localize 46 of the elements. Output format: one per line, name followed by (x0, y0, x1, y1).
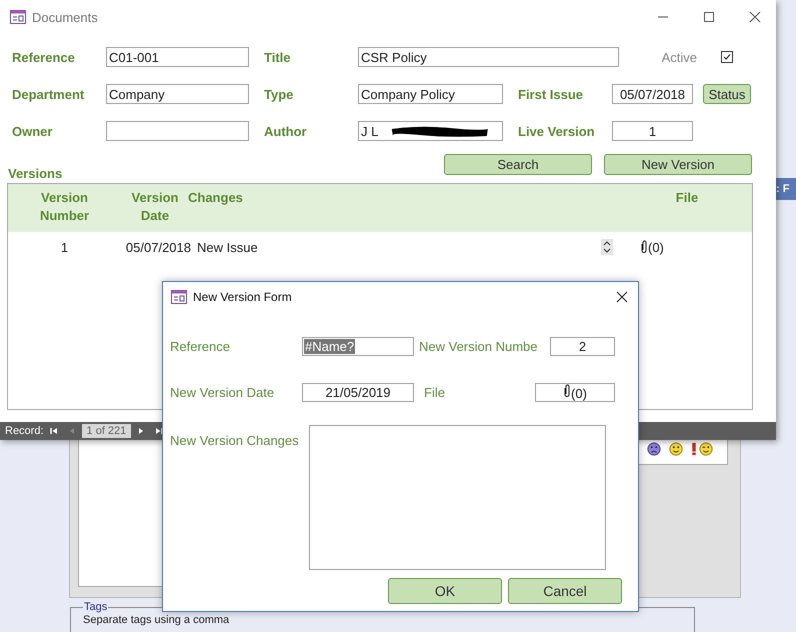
hint-text: Separate tags using a comma (83, 614, 230, 626)
input-field[interactable]: J L (358, 121, 503, 141)
dialog-title: New Version Form (193, 290, 292, 304)
input-field[interactable]: CSR Policy (358, 47, 619, 67)
field-label: New Version Changes (170, 433, 300, 448)
action-button[interactable]: Search (444, 154, 592, 175)
field-label: Department (12, 86, 86, 102)
column-header: Version Number (38, 189, 90, 225)
record-position-field[interactable]: 1 of 221 (82, 424, 132, 438)
input-field[interactable]: 05/07/2018 (612, 84, 693, 104)
column-header: File (674, 189, 700, 207)
table-cell-text: 1 (60, 240, 70, 254)
field-label: Reference (170, 339, 231, 354)
dialog-button[interactable]: OK (388, 578, 502, 604)
input-field[interactable]: 2 (550, 337, 615, 356)
field-label: New Version Date (170, 385, 276, 400)
table-cell-text: 05/07/2018 (124, 240, 191, 254)
action-button[interactable]: New Version (604, 154, 752, 175)
input-field[interactable]: 1 (612, 121, 693, 141)
status-button[interactable]: Status (703, 84, 751, 104)
dialog-button[interactable]: Cancel (508, 578, 622, 604)
field-label: Title (264, 50, 292, 64)
table-cell-text: New Issue (196, 240, 259, 254)
input-field[interactable]: 21/05/2019 (302, 383, 414, 402)
field-label: Type (264, 86, 294, 102)
record-label: Record: (5, 425, 44, 437)
input-field[interactable]: (0) (535, 383, 615, 402)
input-field[interactable]: C01-001 (106, 47, 249, 67)
input-field[interactable]: Company (106, 84, 249, 104)
group-title: Tags (83, 601, 108, 613)
field-label: Owner (12, 124, 54, 138)
section-title: Versions (8, 166, 62, 181)
column-header: Changes (187, 189, 244, 207)
field-label: New Version Numbe (419, 339, 538, 354)
field-label: Live Version (518, 124, 596, 138)
field-label: Active (662, 50, 697, 64)
field-label: Reference (12, 50, 76, 64)
column-header: Version Date (130, 189, 180, 225)
input-field[interactable]: Company Policy (358, 84, 503, 104)
table-cell[interactable]: (0) (640, 240, 664, 254)
field-label: First Issue (518, 86, 584, 102)
window-title: Documents (32, 10, 98, 24)
input-field[interactable]: #Name? (302, 337, 414, 356)
side-tab[interactable]: : F (776, 178, 796, 200)
field-label: Author (264, 124, 308, 138)
field-label: File (424, 385, 446, 400)
